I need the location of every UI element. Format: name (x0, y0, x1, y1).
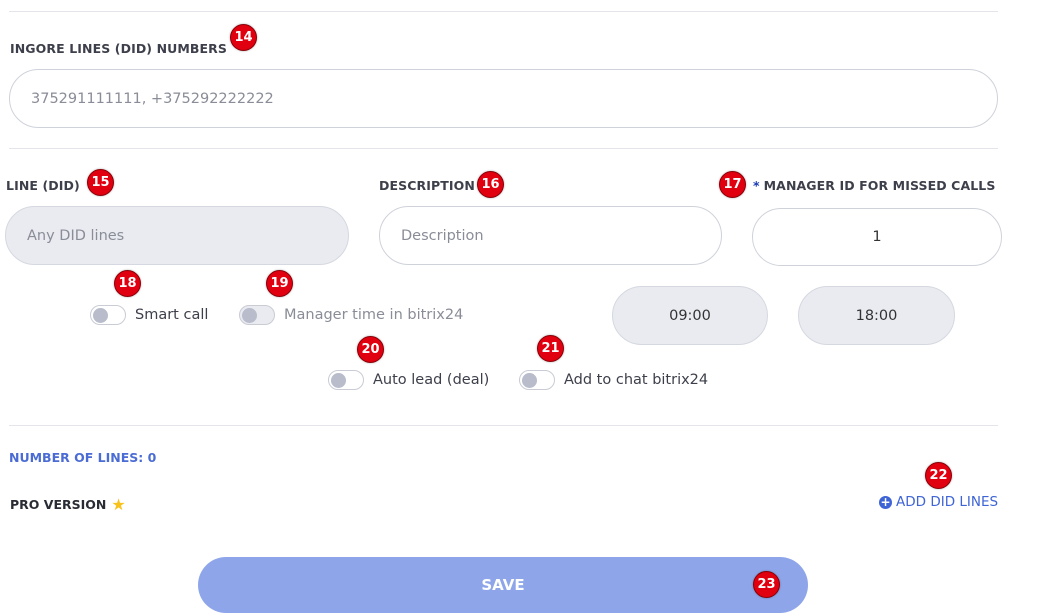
annotation-badge-15: 15 (87, 169, 114, 196)
description-placeholder: Description (401, 227, 484, 244)
manager-id-label: * MANAGER ID FOR MISSED CALLS (753, 178, 995, 193)
manager-id-label-text: MANAGER ID FOR MISSED CALLS (763, 178, 996, 193)
line-did-label: LINE (DID) (6, 178, 80, 193)
add-to-chat-label: Add to chat bitrix24 (564, 372, 709, 388)
annotation-badge-18: 18 (114, 270, 141, 297)
line-did-placeholder: Any DID lines (27, 227, 125, 244)
top-divider (9, 11, 998, 12)
smart-call-label: Smart call (135, 307, 209, 323)
footer-divider (9, 425, 998, 426)
plus-circle-icon: + (879, 494, 892, 509)
annotation-badge-17: 17 (719, 171, 746, 198)
ignore-lines-label: INGORE LINES (DID) NUMBERS (10, 41, 228, 56)
smart-call-toggle[interactable]: Smart call (90, 305, 208, 325)
save-button[interactable]: SAVE (198, 557, 808, 613)
annotation-badge-23: 23 (753, 571, 780, 598)
manager-id-input[interactable]: 1 (752, 208, 1002, 266)
add-did-lines-link[interactable]: + ADD DID LINES (879, 494, 998, 510)
manager-time-label: Manager time in bitrix24 (284, 307, 464, 323)
add-to-chat-switch[interactable] (519, 370, 555, 390)
annotation-badge-20: 20 (357, 336, 384, 363)
number-of-lines: NUMBER OF LINES: 0 (9, 450, 157, 465)
smart-call-switch[interactable] (90, 305, 126, 325)
pro-version: PRO VERSION ★ (10, 495, 126, 514)
auto-lead-toggle[interactable]: Auto lead (deal) (328, 370, 489, 390)
work-end-time-value: 18:00 (855, 307, 898, 324)
switch-knob (522, 373, 537, 388)
section-divider (9, 148, 998, 149)
annotation-badge-14: 14 (230, 24, 257, 51)
ignore-lines-input[interactable]: 375291111111, +375292222222 (9, 69, 998, 128)
switch-knob (242, 308, 257, 323)
annotation-badge-19: 19 (266, 270, 293, 297)
manager-id-value: 1 (872, 229, 882, 245)
annotation-badge-22: 22 (925, 462, 952, 489)
switch-knob (331, 373, 346, 388)
annotation-badge-16: 16 (477, 171, 504, 198)
auto-lead-label: Auto lead (deal) (373, 372, 490, 388)
work-start-time-input[interactable]: 09:00 (612, 286, 768, 345)
manager-time-toggle[interactable]: Manager time in bitrix24 (239, 305, 463, 325)
manager-time-switch[interactable] (239, 305, 275, 325)
work-end-time-input[interactable]: 18:00 (798, 286, 955, 345)
pro-version-label: PRO VERSION (10, 497, 107, 512)
required-mark: * (753, 178, 760, 193)
description-input[interactable]: Description (379, 206, 722, 265)
auto-lead-switch[interactable] (328, 370, 364, 390)
switch-knob (93, 308, 108, 323)
add-did-lines-label: ADD DID LINES (896, 494, 999, 510)
annotation-badge-21: 21 (537, 335, 564, 362)
line-did-select[interactable]: Any DID lines (5, 206, 349, 265)
add-to-chat-toggle[interactable]: Add to chat bitrix24 (519, 370, 708, 390)
work-start-time-value: 09:00 (669, 307, 711, 324)
star-icon: ★ (111, 495, 126, 514)
ignore-lines-placeholder: 375291111111, +375292222222 (31, 90, 274, 107)
description-label: DESCRIPTION (379, 178, 475, 193)
